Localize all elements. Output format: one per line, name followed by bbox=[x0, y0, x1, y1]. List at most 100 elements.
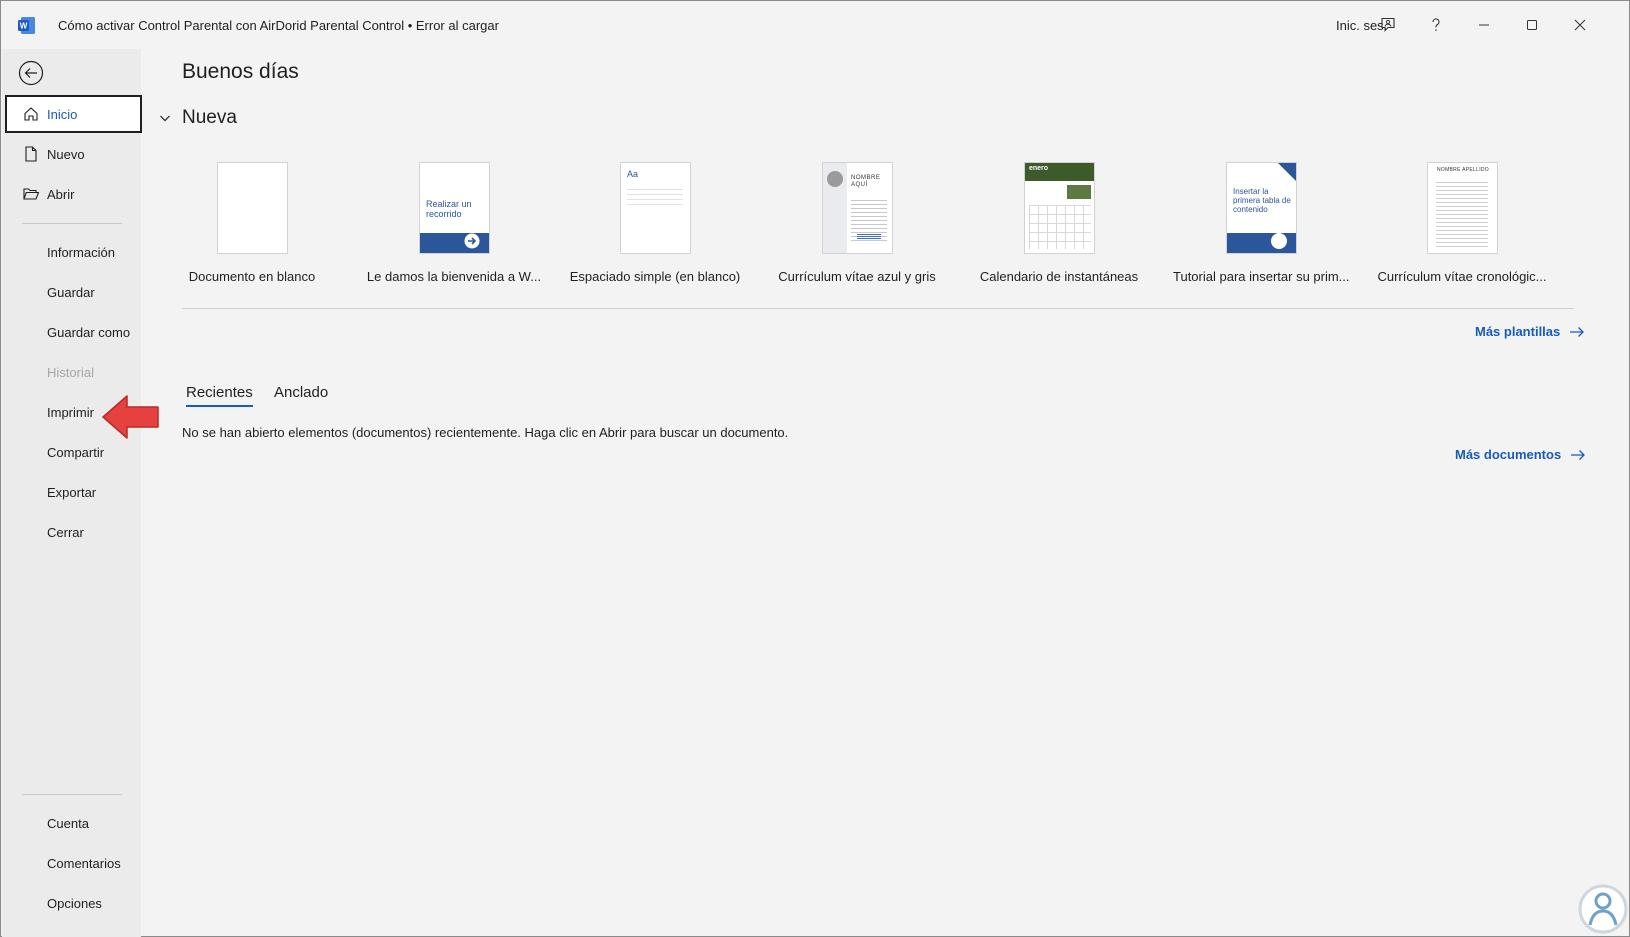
template-thumbnail: enero bbox=[1024, 162, 1095, 254]
template-thumbnail: Insertar la primera tabla de contenido bbox=[1226, 162, 1297, 254]
thumb-photo bbox=[827, 171, 843, 187]
thumb-text: Insertar la primera tabla de contenido bbox=[1233, 187, 1291, 214]
sidebar-item-label: Compartir bbox=[47, 445, 105, 460]
sidebar-item-guardar[interactable]: Guardar bbox=[5, 273, 142, 311]
minimize-button[interactable] bbox=[1461, 9, 1507, 41]
sidebar-item-label: Abrir bbox=[47, 187, 75, 202]
template-label: Calendario de instantáneas bbox=[979, 269, 1139, 284]
sidebar-item-abrir[interactable]: Abrir bbox=[5, 175, 142, 213]
sidebar-item-label: Cuenta bbox=[47, 816, 89, 831]
sidebar-item-exportar[interactable]: Exportar bbox=[5, 473, 142, 511]
template-toc-tutorial[interactable]: Insertar la primera tabla de contenido T… bbox=[1173, 162, 1349, 292]
template-label: Tutorial para insertar su prim... bbox=[1173, 269, 1349, 284]
sidebar-item-comentarios[interactable]: Comentarios bbox=[5, 844, 142, 882]
template-thumbnail: NOMBRE APELLIDO bbox=[1427, 162, 1498, 254]
thumb-grid bbox=[1029, 205, 1091, 249]
more-documents-link[interactable]: Más documentos bbox=[1455, 447, 1586, 462]
title-bar: W Cómo activar Control Parental con AirD… bbox=[1, 1, 1629, 49]
sidebar-item-historial: Historial bbox=[5, 353, 142, 391]
close-icon bbox=[1574, 19, 1586, 31]
sidebar-item-informacion[interactable]: Información bbox=[5, 233, 142, 271]
thumb-lines bbox=[627, 185, 683, 209]
sidebar-item-label: Nuevo bbox=[47, 147, 85, 162]
tab-anclado[interactable]: Anclado bbox=[274, 384, 328, 405]
sidebar-item-label: Historial bbox=[47, 365, 94, 380]
sidebar-item-opciones[interactable]: Opciones bbox=[5, 884, 142, 922]
sidebar-item-label: Imprimir bbox=[47, 405, 94, 420]
arrow-right-icon bbox=[1570, 326, 1585, 337]
new-document-icon bbox=[25, 146, 37, 162]
sidebar-item-label: Opciones bbox=[47, 896, 102, 911]
template-label: Documento en blanco bbox=[188, 269, 316, 284]
thumb-text: Realizar un recorrido bbox=[426, 199, 472, 219]
more-templates-link[interactable]: Más plantillas bbox=[1475, 324, 1585, 339]
recent-empty-message: No se han abierto elementos (documentos)… bbox=[182, 425, 789, 440]
help-button[interactable] bbox=[1413, 9, 1459, 41]
chevron-down-icon bbox=[160, 115, 170, 122]
thumb-lines bbox=[1436, 179, 1488, 247]
template-thumbnail: NOMBRE AQUÍ bbox=[822, 162, 893, 254]
more-templates-label: Más plantillas bbox=[1475, 324, 1561, 339]
maximize-button[interactable] bbox=[1509, 9, 1555, 41]
more-documents-label: Más documentos bbox=[1455, 447, 1562, 462]
thumb-corner bbox=[1278, 163, 1296, 181]
template-thumbnail bbox=[217, 162, 288, 254]
sidebar-item-cuenta[interactable]: Cuenta bbox=[5, 804, 142, 842]
thumb-badge bbox=[1271, 233, 1287, 249]
template-welcome[interactable]: Realizar un recorrido Le damos la bienve… bbox=[366, 162, 542, 292]
thumb-photo bbox=[1067, 185, 1091, 199]
help-icon bbox=[1432, 18, 1440, 31]
back-arrow-icon[interactable] bbox=[18, 60, 44, 86]
sidebar-item-label: Guardar como bbox=[47, 325, 131, 340]
tab-recientes[interactable]: Recientes bbox=[186, 384, 253, 407]
template-label: Espaciado simple (en blanco) bbox=[569, 269, 741, 284]
template-cv-blue-grey[interactable]: NOMBRE AQUÍ Currículum vítae azul y gris bbox=[769, 162, 945, 292]
backstage-sidebar: Inicio Nuevo Abrir Información Guardar G… bbox=[2, 49, 142, 937]
home-icon bbox=[24, 107, 38, 121]
sidebar-divider bbox=[22, 794, 122, 795]
sidebar-item-cerrar[interactable]: Cerrar bbox=[5, 513, 142, 551]
thumb-text: enero bbox=[1029, 165, 1049, 172]
new-section-title: Nueva bbox=[182, 107, 237, 128]
new-section-toggle[interactable]: Nueva bbox=[157, 107, 237, 129]
greeting-heading: Buenos días bbox=[182, 60, 299, 83]
home-main-panel: Buenos días Nueva Documento en blanco Re… bbox=[141, 49, 1630, 937]
thumb-text: Aa bbox=[627, 169, 639, 179]
sidebar-item-guardar-como[interactable]: Guardar como bbox=[5, 313, 142, 351]
sidebar-item-label: Guardar bbox=[47, 285, 95, 300]
watermark-logo-icon bbox=[1578, 884, 1628, 934]
template-single-spaced[interactable]: Aa Espaciado simple (en blanco) bbox=[567, 162, 743, 292]
template-blank-document[interactable]: Documento en blanco bbox=[164, 162, 340, 292]
template-label: Le damos la bienvenida a W... bbox=[366, 269, 542, 284]
template-thumbnail: Aa bbox=[620, 162, 691, 254]
template-label: Currículum vítae azul y gris bbox=[778, 269, 936, 284]
annotation-arrow-icon bbox=[102, 395, 159, 439]
thumb-accent-lines bbox=[857, 233, 881, 239]
sidebar-item-inicio[interactable]: Inicio bbox=[5, 95, 142, 133]
maximize-icon bbox=[1527, 20, 1537, 30]
section-divider bbox=[182, 308, 1574, 309]
sidebar-item-label: Exportar bbox=[47, 485, 97, 500]
template-thumbnail: Realizar un recorrido bbox=[419, 162, 490, 254]
sidebar-divider bbox=[22, 223, 122, 224]
template-snapshot-calendar[interactable]: enero Calendario de instantáneas bbox=[971, 162, 1147, 292]
svg-text:W: W bbox=[20, 22, 28, 31]
feedback-icon bbox=[1381, 17, 1395, 32]
sidebar-item-label: Inicio bbox=[47, 107, 78, 122]
sidebar-item-label: Información bbox=[47, 245, 115, 260]
arrow-right-icon bbox=[1571, 449, 1586, 460]
template-label: Currículum vítae cronológic... bbox=[1377, 269, 1547, 284]
thumb-text: NOMBRE AQUÍ bbox=[851, 175, 881, 188]
thumb-text: NOMBRE APELLIDO bbox=[1436, 167, 1489, 173]
folder-open-icon bbox=[23, 188, 39, 200]
template-cv-chronological[interactable]: NOMBRE APELLIDO Currículum vítae cronoló… bbox=[1374, 162, 1550, 292]
sidebar-item-label: Comentarios bbox=[47, 856, 121, 871]
sidebar-item-nuevo[interactable]: Nuevo bbox=[5, 135, 142, 173]
word-app-icon: W bbox=[18, 17, 35, 34]
word-window: W Cómo activar Control Parental con AirD… bbox=[0, 0, 1630, 937]
close-button[interactable] bbox=[1557, 9, 1603, 41]
feedback-button[interactable] bbox=[1365, 9, 1411, 41]
arrow-right-circle-icon bbox=[464, 233, 480, 249]
window-title: Cómo activar Control Parental con AirDor… bbox=[58, 18, 499, 33]
sidebar-item-label: Cerrar bbox=[47, 525, 84, 540]
